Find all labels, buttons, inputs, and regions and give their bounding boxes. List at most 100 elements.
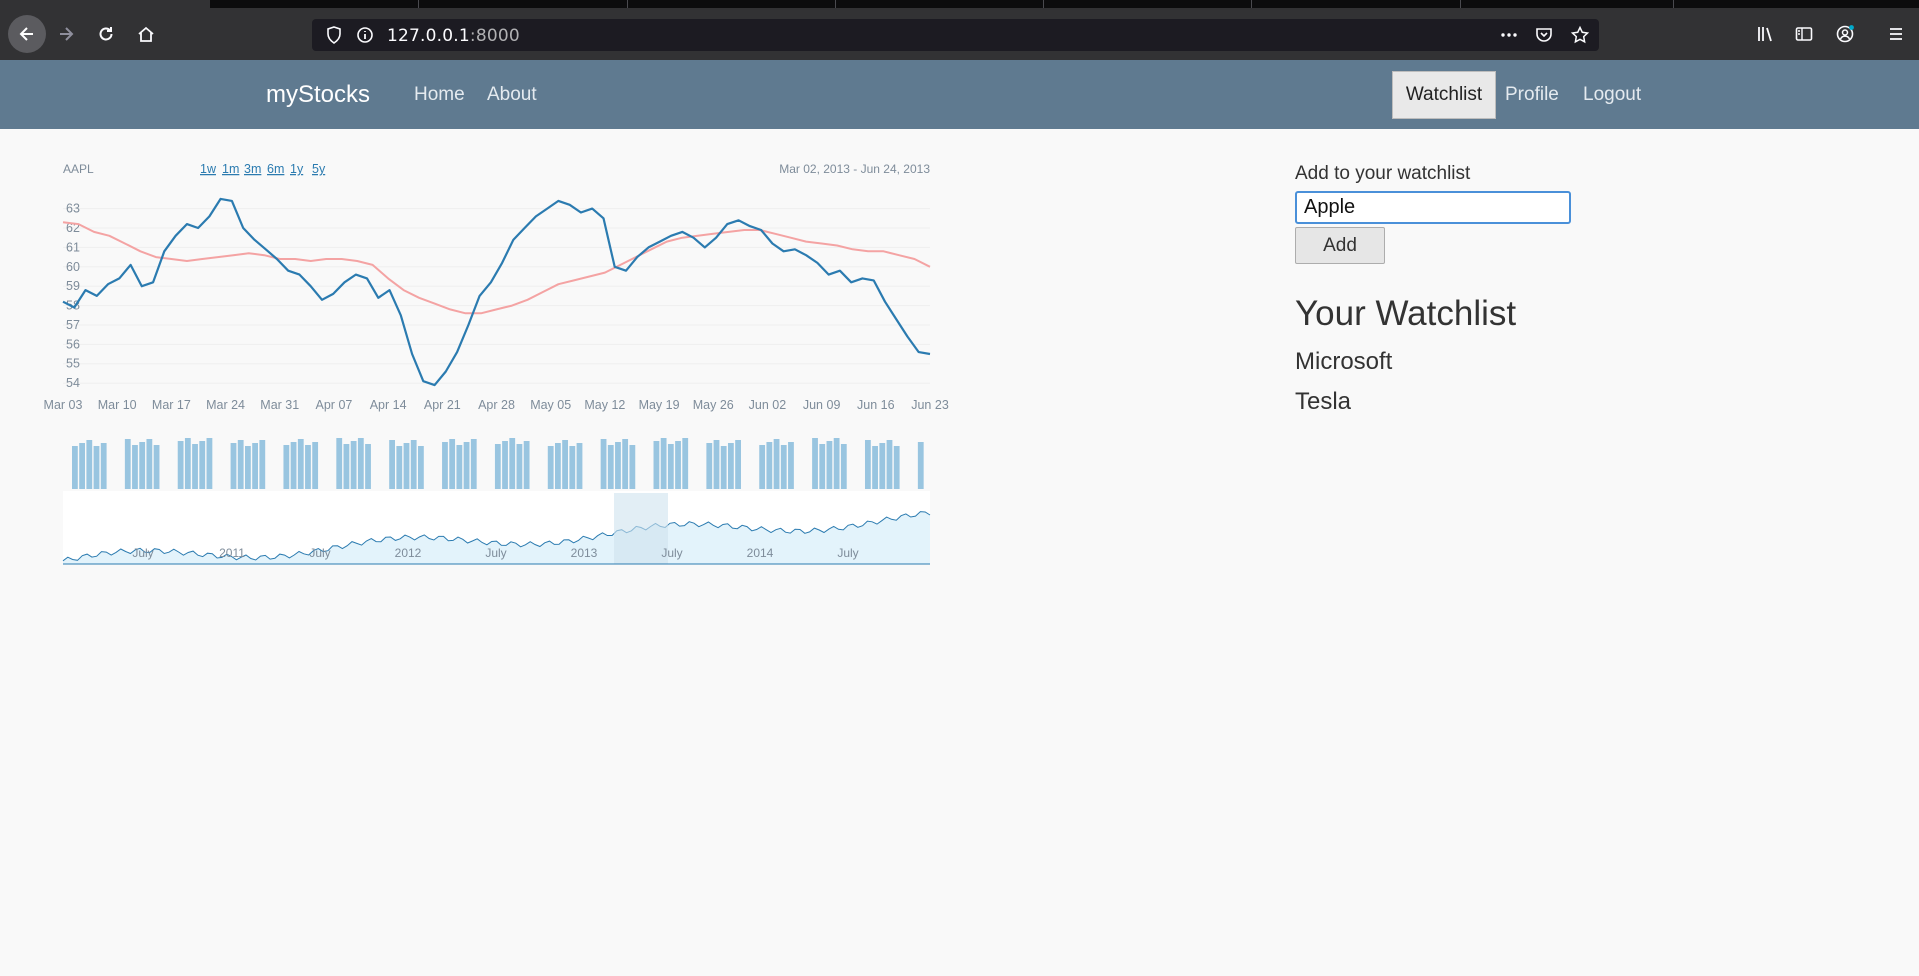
volume-bar	[417, 446, 424, 489]
navigator-tick-label: 2011	[219, 546, 245, 560]
x-tick-label: Apr 14	[370, 398, 407, 412]
x-tick-label: Jun 23	[911, 398, 949, 412]
stock-chart[interactable]: AAPL 1w 1m 3m 6m 1y 5y Mar 02, 2013 - Jun 24, 2…	[0, 129, 960, 579]
volume-bar	[667, 444, 674, 489]
back-arrow-icon[interactable]	[8, 15, 46, 53]
y-tick-label: 59	[66, 279, 80, 293]
volume-bar	[840, 444, 847, 489]
tab-separator	[1251, 0, 1252, 8]
volume-bar	[403, 443, 410, 489]
price-line	[62, 197, 931, 387]
chart-symbol-label: AAPL	[63, 162, 94, 176]
volume-bar	[396, 446, 403, 489]
volume-bar	[886, 440, 893, 489]
nav-about-link[interactable]: About	[487, 84, 537, 106]
range-button-6m[interactable]: 6m	[267, 162, 284, 176]
navigator-tick-label: July	[309, 546, 330, 560]
x-tick-label: Mar 10	[98, 398, 137, 412]
reload-icon[interactable]	[90, 18, 122, 50]
volume-bar	[283, 445, 290, 489]
volume-bar	[350, 441, 357, 489]
range-button-5y[interactable]: 5y	[312, 162, 326, 176]
brand-logo[interactable]: myStocks	[266, 81, 370, 109]
menu-icon[interactable]	[1880, 18, 1912, 50]
volume-bar	[139, 442, 146, 489]
volume-bar	[72, 446, 78, 489]
volume-bar	[470, 439, 477, 489]
x-tick-label: Apr 28	[478, 398, 515, 412]
volume-bar	[523, 441, 530, 489]
volume-bar	[449, 439, 456, 489]
volume-bar	[192, 444, 198, 489]
shield-icon[interactable]	[324, 25, 344, 45]
nav-watchlist-link[interactable]: Watchlist	[1392, 71, 1496, 119]
stock-search-input[interactable]	[1295, 191, 1571, 224]
watchlist-item[interactable]: Microsoft	[1295, 348, 1392, 376]
tab-separator	[835, 0, 836, 8]
stock-chart-svg[interactable]: AAPL 1w 1m 3m 6m 1y 5y Mar 02, 2013 - Jun 24, 2…	[0, 129, 960, 579]
account-icon[interactable]	[1829, 18, 1861, 50]
volume-bar	[442, 442, 448, 489]
navigator-tick-label: July	[132, 546, 153, 560]
info-icon[interactable]	[355, 25, 375, 45]
volume-bar	[146, 439, 153, 489]
volume-bar	[615, 442, 621, 489]
watchlist-item[interactable]: Tesla	[1295, 388, 1351, 416]
volume-bar	[124, 439, 131, 489]
nav-logout-link[interactable]: Logout	[1583, 84, 1641, 106]
volume-bar	[456, 445, 463, 489]
navigator-selection[interactable]	[614, 493, 668, 564]
pocket-icon[interactable]	[1534, 25, 1554, 45]
app-navbar: myStocks Home About Watchlist Profile Lo…	[0, 60, 1919, 129]
url-bar[interactable]: 127.0.0.1:8000	[312, 19, 1599, 51]
volume-bar	[547, 446, 554, 489]
volume-bar	[206, 438, 213, 489]
volume-bar	[132, 445, 138, 489]
add-watchlist-label: Add to your watchlist	[1295, 163, 1471, 184]
volume-bar	[629, 445, 636, 489]
volume-bar	[410, 440, 417, 489]
add-button[interactable]: Add	[1295, 227, 1385, 264]
volume-bar	[312, 442, 319, 489]
x-tick-label: May 05	[530, 398, 571, 412]
volume-bar	[833, 438, 840, 489]
range-button-3m[interactable]: 3m	[244, 162, 261, 176]
range-button-1y[interactable]: 1y	[290, 162, 304, 176]
home-icon[interactable]	[130, 18, 162, 50]
active-tab[interactable]	[0, 0, 210, 8]
volume-bar	[727, 443, 734, 489]
volume-bar	[230, 443, 237, 489]
x-tick-label: Mar 03	[44, 398, 83, 412]
url-text[interactable]: 127.0.0.1:8000	[387, 26, 520, 46]
volume-bar	[759, 445, 766, 489]
moving-average-line	[62, 221, 931, 315]
volume-bar	[259, 440, 266, 489]
more-icon[interactable]	[1499, 25, 1519, 45]
volume-bar	[516, 444, 523, 489]
volume-bar	[682, 438, 689, 489]
navigator-tick-label: July	[837, 546, 858, 560]
nav-profile-link[interactable]: Profile	[1505, 84, 1559, 106]
tab-separator	[1460, 0, 1461, 8]
volume-bar	[826, 441, 833, 489]
range-button-1w[interactable]: 1w	[200, 162, 217, 176]
forward-arrow-icon[interactable]	[50, 18, 82, 50]
volume-bar	[153, 445, 160, 489]
sidebar-icon[interactable]	[1788, 18, 1820, 50]
volume-bar	[343, 444, 350, 489]
x-tick-label: Mar 17	[152, 398, 191, 412]
url-host: 127.0.0.1	[387, 26, 470, 46]
y-tick-label: 55	[66, 357, 80, 371]
navigator-tick-label: 2014	[747, 546, 774, 560]
star-icon[interactable]	[1570, 25, 1590, 45]
volume-bar	[184, 438, 191, 489]
nav-home-link[interactable]: Home	[414, 84, 465, 106]
volume-bar	[675, 441, 681, 489]
range-button-1m[interactable]: 1m	[222, 162, 239, 176]
library-icon[interactable]	[1749, 18, 1781, 50]
y-tick-label: 63	[66, 202, 80, 216]
x-tick-label: Jun 02	[749, 398, 787, 412]
volume-bar	[463, 442, 470, 489]
x-tick-label: Mar 24	[206, 398, 245, 412]
volume-bar	[244, 446, 251, 489]
